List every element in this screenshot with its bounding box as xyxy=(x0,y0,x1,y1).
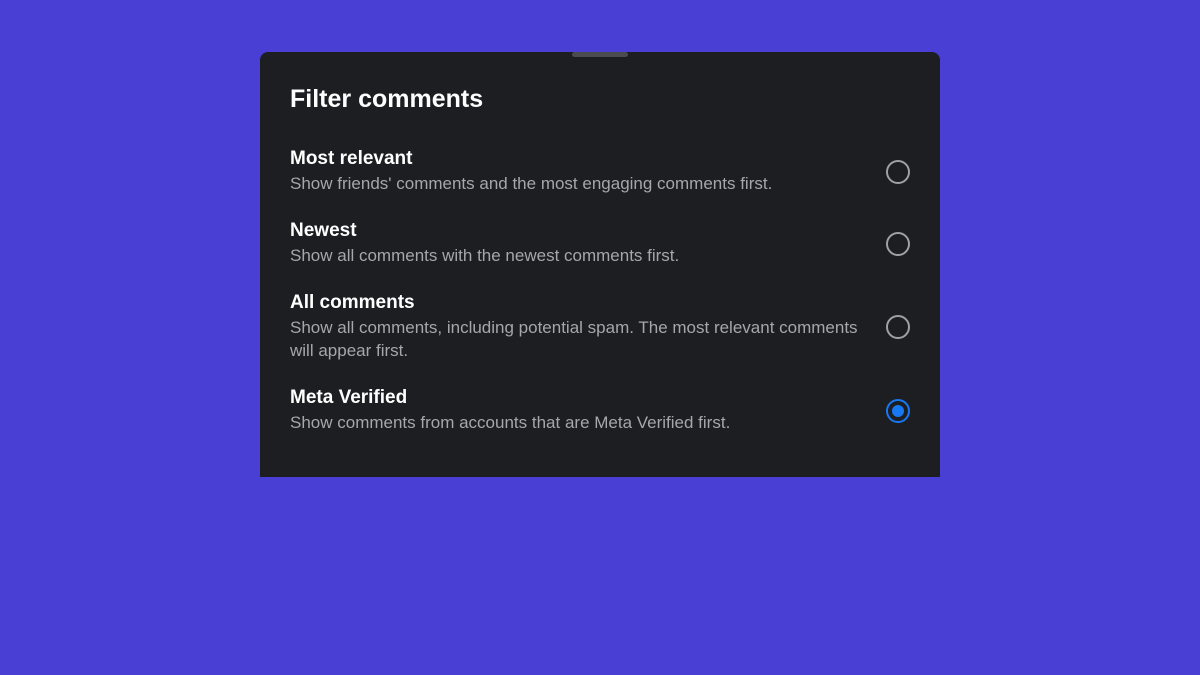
radio-meta-verified[interactable] xyxy=(886,399,910,423)
radio-most-relevant[interactable] xyxy=(886,160,910,184)
filter-comments-sheet: Filter comments Most relevant Show frien… xyxy=(260,52,940,477)
option-description: Show all comments, including potential s… xyxy=(290,316,866,364)
option-description: Show friends' comments and the most enga… xyxy=(290,172,866,196)
sheet-title: Filter comments xyxy=(290,85,910,114)
option-text: Newest Show all comments with the newest… xyxy=(290,220,886,268)
option-all-comments[interactable]: All comments Show all comments, includin… xyxy=(290,280,910,376)
option-text: Meta Verified Show comments from account… xyxy=(290,387,886,435)
option-text: Most relevant Show friends' comments and… xyxy=(290,148,886,196)
radio-newest[interactable] xyxy=(886,232,910,256)
option-text: All comments Show all comments, includin… xyxy=(290,292,886,364)
option-label: All comments xyxy=(290,292,866,314)
option-description: Show all comments with the newest commen… xyxy=(290,244,866,268)
option-label: Meta Verified xyxy=(290,387,866,409)
option-meta-verified[interactable]: Meta Verified Show comments from account… xyxy=(290,375,910,447)
option-label: Most relevant xyxy=(290,148,866,170)
option-description: Show comments from accounts that are Met… xyxy=(290,411,866,435)
drag-handle[interactable] xyxy=(572,52,628,57)
option-newest[interactable]: Newest Show all comments with the newest… xyxy=(290,208,910,280)
option-label: Newest xyxy=(290,220,866,242)
option-most-relevant[interactable]: Most relevant Show friends' comments and… xyxy=(290,136,910,208)
radio-all-comments[interactable] xyxy=(886,315,910,339)
